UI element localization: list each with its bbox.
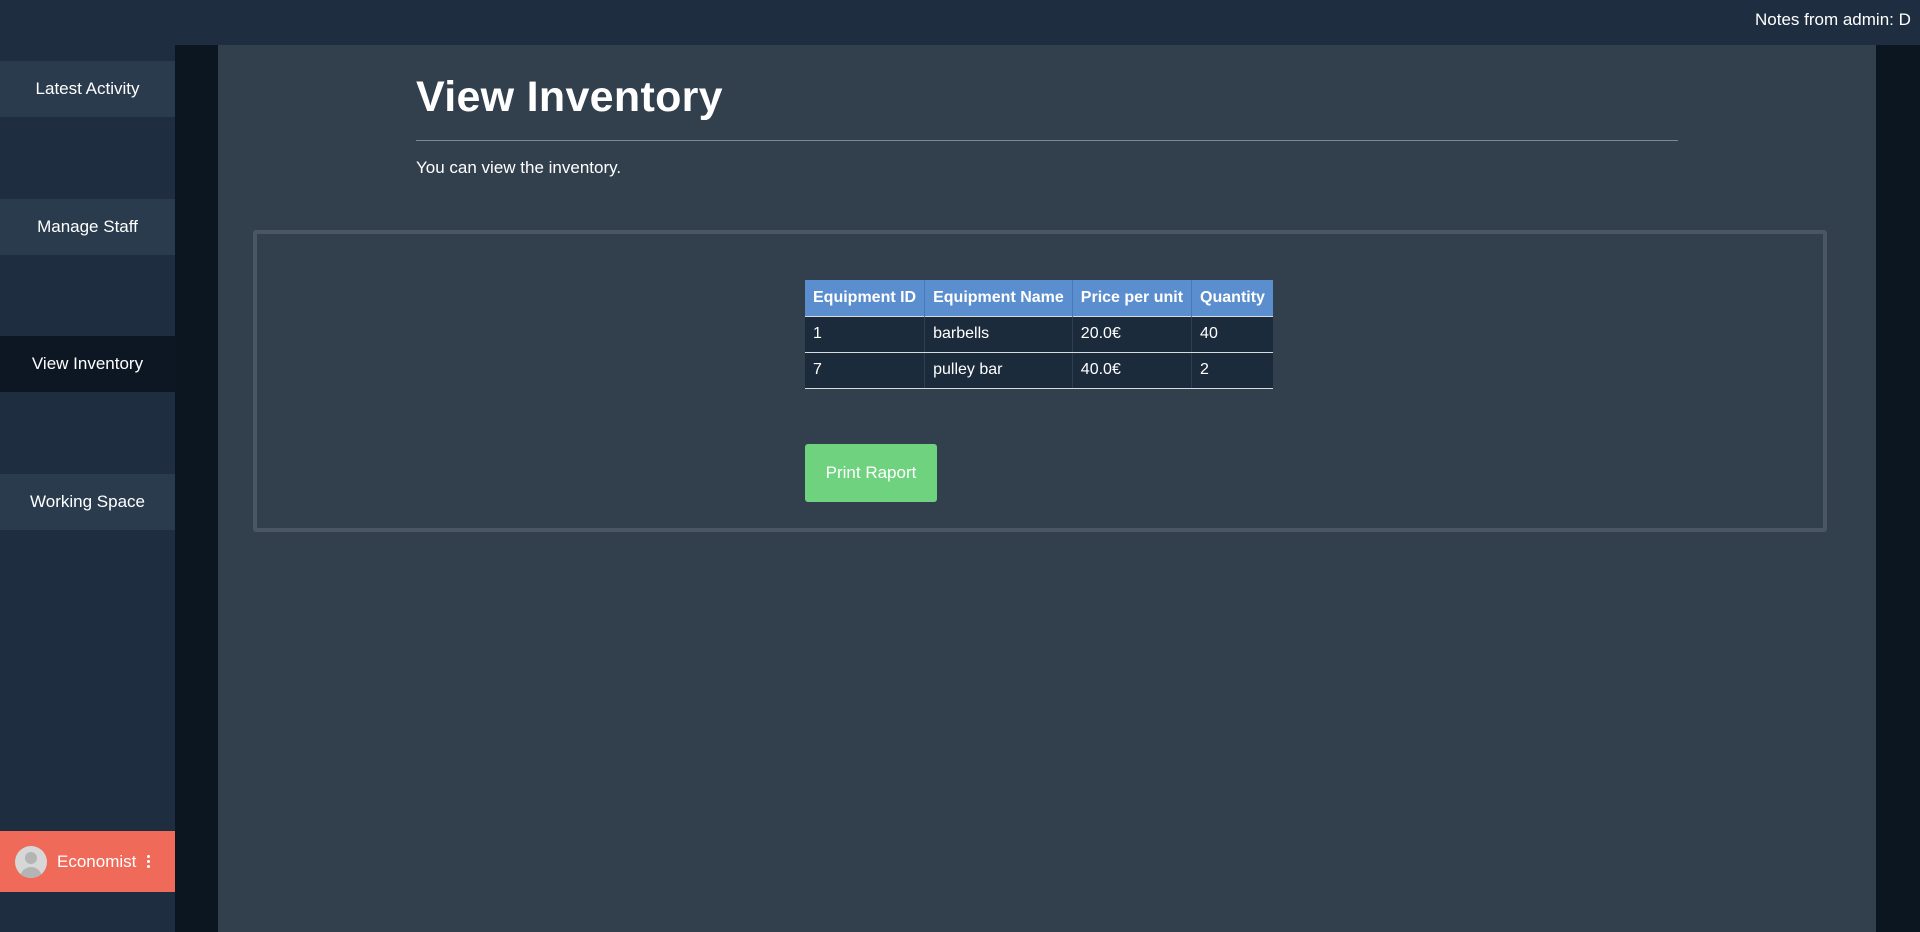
cell-price-per-unit: 40.0€: [1072, 352, 1193, 389]
page-title: View Inventory: [416, 73, 723, 121]
column-header-equipment-id: Equipment ID: [805, 280, 926, 316]
user-menu[interactable]: Economist: [0, 831, 175, 892]
table-header-row: Equipment ID Equipment Name Price per un…: [805, 280, 1273, 316]
user-name: Economist: [57, 851, 137, 871]
sidebar-item-manage-staff[interactable]: Manage Staff: [0, 199, 175, 255]
kebab-menu-icon[interactable]: [147, 855, 151, 868]
column-header-quantity: Quantity: [1191, 280, 1273, 316]
title-divider: [416, 140, 1678, 141]
sidebar-item-latest-activity[interactable]: Latest Activity: [0, 61, 175, 117]
sidebar-item-view-inventory[interactable]: View Inventory: [0, 336, 175, 392]
table-row: 1 barbells 20.0€ 40: [805, 316, 1273, 353]
table-row: 7 pulley bar 40.0€ 2: [805, 352, 1273, 389]
cell-quantity: 40: [1191, 316, 1273, 353]
cell-quantity: 2: [1191, 352, 1273, 389]
left-gutter: [175, 45, 218, 932]
inventory-table: Equipment ID Equipment Name Price per un…: [805, 280, 1273, 389]
page-subtitle: You can view the inventory.: [416, 158, 622, 177]
cell-equipment-name: pulley bar: [924, 352, 1073, 389]
admin-notes: Notes from admin: D: [1755, 10, 1911, 29]
print-report-button[interactable]: Print Raport: [805, 444, 937, 502]
main-content: View Inventory You can view the inventor…: [218, 45, 1876, 932]
sidebar-item-working-space[interactable]: Working Space: [0, 474, 175, 530]
cell-equipment-id: 7: [805, 352, 926, 389]
inventory-panel: Equipment ID Equipment Name Price per un…: [253, 230, 1827, 532]
cell-equipment-id: 1: [805, 316, 926, 353]
cell-price-per-unit: 20.0€: [1072, 316, 1193, 353]
cell-equipment-name: barbells: [924, 316, 1073, 353]
column-header-price-per-unit: Price per unit: [1072, 280, 1193, 316]
right-gutter: [1876, 45, 1920, 932]
sidebar: Latest Activity Manage Staff View Invent…: [0, 45, 175, 932]
user-avatar-icon: [15, 845, 47, 878]
column-header-equipment-name: Equipment Name: [924, 280, 1073, 316]
top-bar: Notes from admin: D: [0, 0, 1920, 45]
